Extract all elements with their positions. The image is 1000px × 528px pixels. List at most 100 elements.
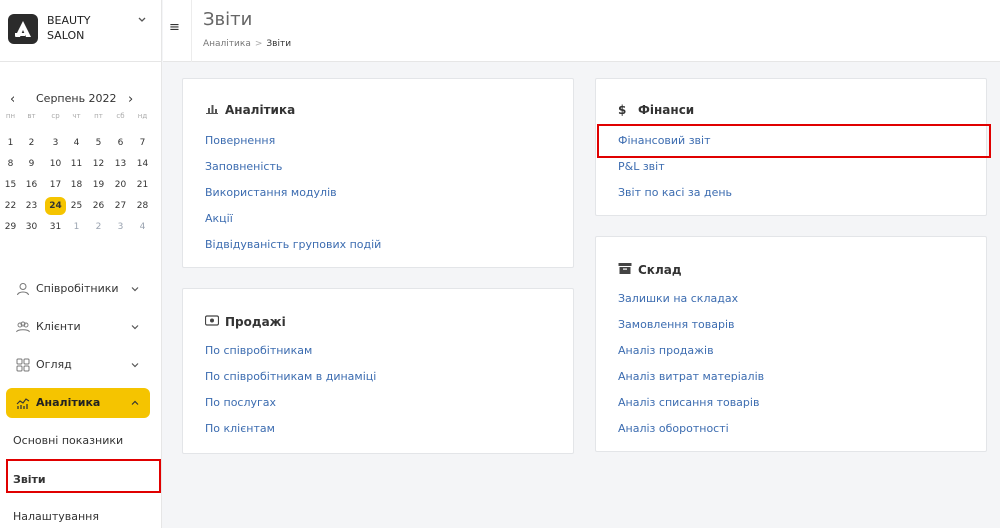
sidebar-item-employees[interactable]: Співробітники [6,274,150,304]
calendar-day[interactable]: 7 [132,134,153,152]
calendar-day[interactable]: 4 [132,218,153,236]
card-warehouse: Склад Залишки на складах Замовлення това… [595,236,987,452]
calendar-day[interactable]: 4 [66,134,87,152]
report-link-module-usage[interactable]: Використання модулів [205,186,337,199]
calendar-day[interactable]: 3 [45,134,66,152]
calendar-day[interactable]: 8 [0,155,21,173]
card-analytics: Аналітика Повернення Заповненість Викори… [182,78,574,268]
calendar-day[interactable]: 16 [21,176,42,194]
highlight-box-financial-report [597,124,991,158]
calendar-weekdays: пн вт ср чт пт сб нд [0,112,162,124]
calendar-day[interactable]: 15 [0,176,21,194]
chevron-down-icon [131,287,139,292]
chevron-down-icon[interactable] [136,14,148,26]
calendar-day[interactable]: 3 [110,218,131,236]
calendar-day[interactable]: 6 [110,134,131,152]
calendar-day-today[interactable]: 24 [45,197,66,215]
calendar-day[interactable]: 1 [0,134,21,152]
mini-calendar: ‹ Серпень 2022 › пн вт ср чт пт сб нд 12345678… [0,90,162,232]
report-link-by-services[interactable]: По послугах [205,396,276,409]
breadcrumb-current: Звіти [266,39,292,49]
calendar-day[interactable]: 22 [0,197,21,215]
calendar-day[interactable]: 21 [132,176,153,194]
brand-name: BEAUTY SALON [47,13,117,43]
calendar-day[interactable]: 26 [88,197,109,215]
calendar-day[interactable]: 12 [88,155,109,173]
report-link-materials-analysis[interactable]: Аналіз витрат матеріалів [618,370,764,383]
calendar-day[interactable]: 27 [110,197,131,215]
calendar-day[interactable]: 18 [66,176,87,194]
report-link-occupancy[interactable]: Заповненість [205,160,282,173]
brand-switcher[interactable]: BEAUTY SALON [0,0,162,62]
calendar-day[interactable]: 31 [45,218,66,236]
calendar-day[interactable]: 29 [0,218,21,236]
calendar-prev-button[interactable]: ‹ [10,92,15,107]
sidebar-item-settings[interactable]: Налаштування [13,510,99,523]
calendar-weekday: пт [94,112,103,120]
report-link-writeoff-analysis[interactable]: Аналіз списання товарів [618,396,759,409]
calendar-weekday: пн [5,112,16,120]
report-link-daily-cash[interactable]: Звіт по касі за день [618,186,732,199]
report-link-group-attendance[interactable]: Відвідуваність групових подій [205,238,381,251]
calendar-weekday: вт [27,112,36,120]
logo-icon [15,21,31,37]
calendar-weekday: чт [72,112,81,120]
card-title-text: Склад [638,263,682,277]
report-link-by-clients[interactable]: По клієнтам [205,422,275,435]
calendar-day[interactable]: 2 [21,134,42,152]
card-title: Склад [618,263,682,277]
sidebar-item-clients[interactable]: Клієнти [6,312,150,342]
report-link-returns[interactable]: Повернення [205,134,275,147]
report-link-promotions[interactable]: Акції [205,212,233,225]
page-title: Звіти [203,9,253,30]
menu-icon[interactable]: ≡ [169,20,181,35]
brand-line-1: BEAUTY [47,14,91,27]
calendar-day[interactable]: 17 [45,176,66,194]
card-title-text: Фінанси [638,103,695,117]
card-sales: Продажі По співробітникам По співробітни… [182,288,574,454]
report-link-product-orders[interactable]: Замовлення товарів [618,318,734,331]
calendar-day[interactable]: 28 [132,197,153,215]
report-link-pnl[interactable]: P&L звіт [618,160,665,173]
money-icon [205,315,219,326]
calendar-day[interactable]: 2 [88,218,109,236]
sidebar-item-label: Співробітники [36,282,119,295]
sidebar-subitem-main-metrics[interactable]: Основні показники [13,434,123,447]
calendar-next-button[interactable]: › [128,92,133,107]
card-title: Продажі [205,315,286,329]
sidebar: BEAUTY SALON ‹ Серпень 2022 › пн вт ср чт пт… [0,0,162,528]
calendar-day[interactable]: 9 [21,155,42,173]
header-divider [191,0,192,62]
card-title-text: Аналітика [225,103,296,117]
analytics-icon [16,398,30,409]
report-link-stock-balances[interactable]: Залишки на складах [618,292,738,305]
sidebar-item-overview[interactable]: Огляд [6,350,150,380]
report-link-sales-analysis[interactable]: Аналіз продажів [618,344,714,357]
sidebar-item-label: Аналітика [36,396,101,409]
calendar-weekday: ср [51,112,60,120]
card-finance: $ Фінанси Фінансовий звіт P&L звіт Звіт п… [595,78,991,216]
chevron-down-icon [131,325,139,330]
card-title-text: Продажі [225,315,286,329]
report-link-turnover-analysis[interactable]: Аналіз оборотності [618,422,729,435]
calendar-day[interactable]: 19 [88,176,109,194]
calendar-day[interactable]: 23 [21,197,42,215]
calendar-day[interactable]: 1 [66,218,87,236]
calendar-day[interactable]: 14 [132,155,153,173]
breadcrumb-parent[interactable]: Аналітика [203,39,251,49]
grid-icon [16,358,30,372]
calendar-day[interactable]: 13 [110,155,131,173]
calendar-header: ‹ Серпень 2022 › [0,90,162,110]
calendar-month-title: Серпень 2022 [36,92,117,105]
chevron-up-icon [131,400,139,405]
calendar-day[interactable]: 11 [66,155,87,173]
report-link-by-employees-dynamics[interactable]: По співробітникам в динаміці [205,370,376,383]
calendar-weekday: сб [116,112,125,120]
calendar-day[interactable]: 25 [66,197,87,215]
calendar-day[interactable]: 5 [88,134,109,152]
report-link-by-employees[interactable]: По співробітникам [205,344,312,357]
calendar-day[interactable]: 10 [45,155,66,173]
sidebar-item-analytics[interactable]: Аналітика [6,388,150,418]
calendar-day[interactable]: 30 [21,218,42,236]
calendar-day[interactable]: 20 [110,176,131,194]
